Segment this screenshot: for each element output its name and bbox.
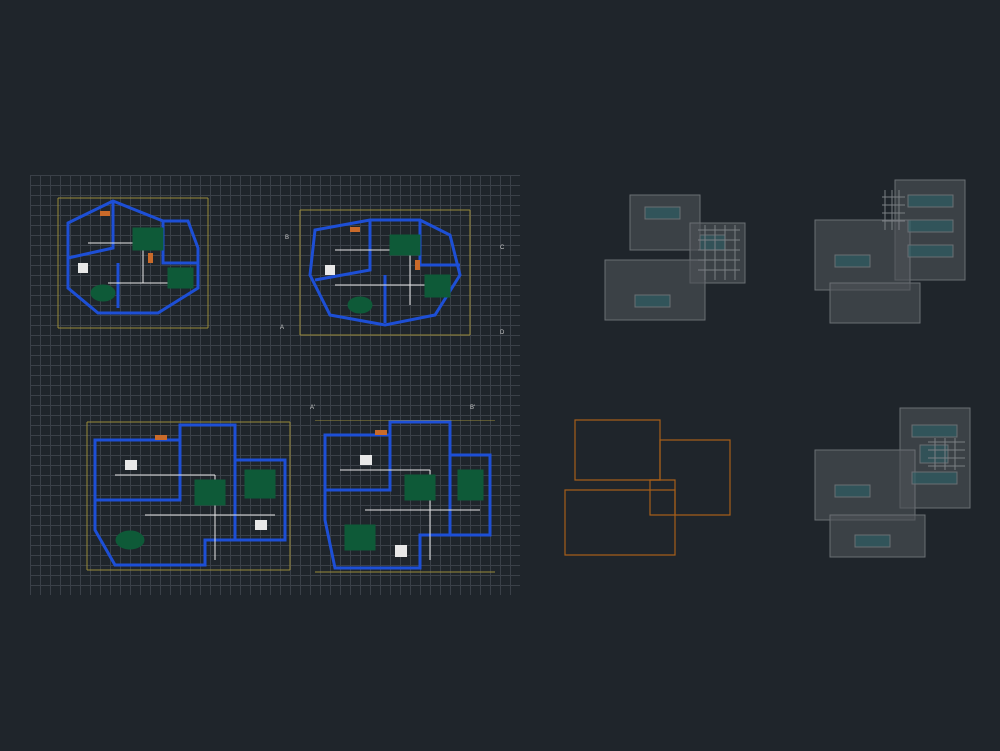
floor-plan-1[interactable] bbox=[48, 193, 218, 333]
elevation-east[interactable] bbox=[800, 175, 975, 335]
floor-plan-3[interactable] bbox=[85, 420, 295, 575]
elevation-north[interactable] bbox=[590, 185, 750, 335]
elevation-south[interactable] bbox=[800, 400, 980, 570]
model-space-grid[interactable]: B C A D A' B' bbox=[30, 175, 520, 595]
floor-plan-2[interactable] bbox=[290, 205, 480, 345]
roof-outline[interactable] bbox=[555, 405, 755, 570]
floor-plan-4[interactable] bbox=[310, 420, 500, 575]
drawing-canvas[interactable]: B C A D A' B' bbox=[0, 0, 1000, 751]
